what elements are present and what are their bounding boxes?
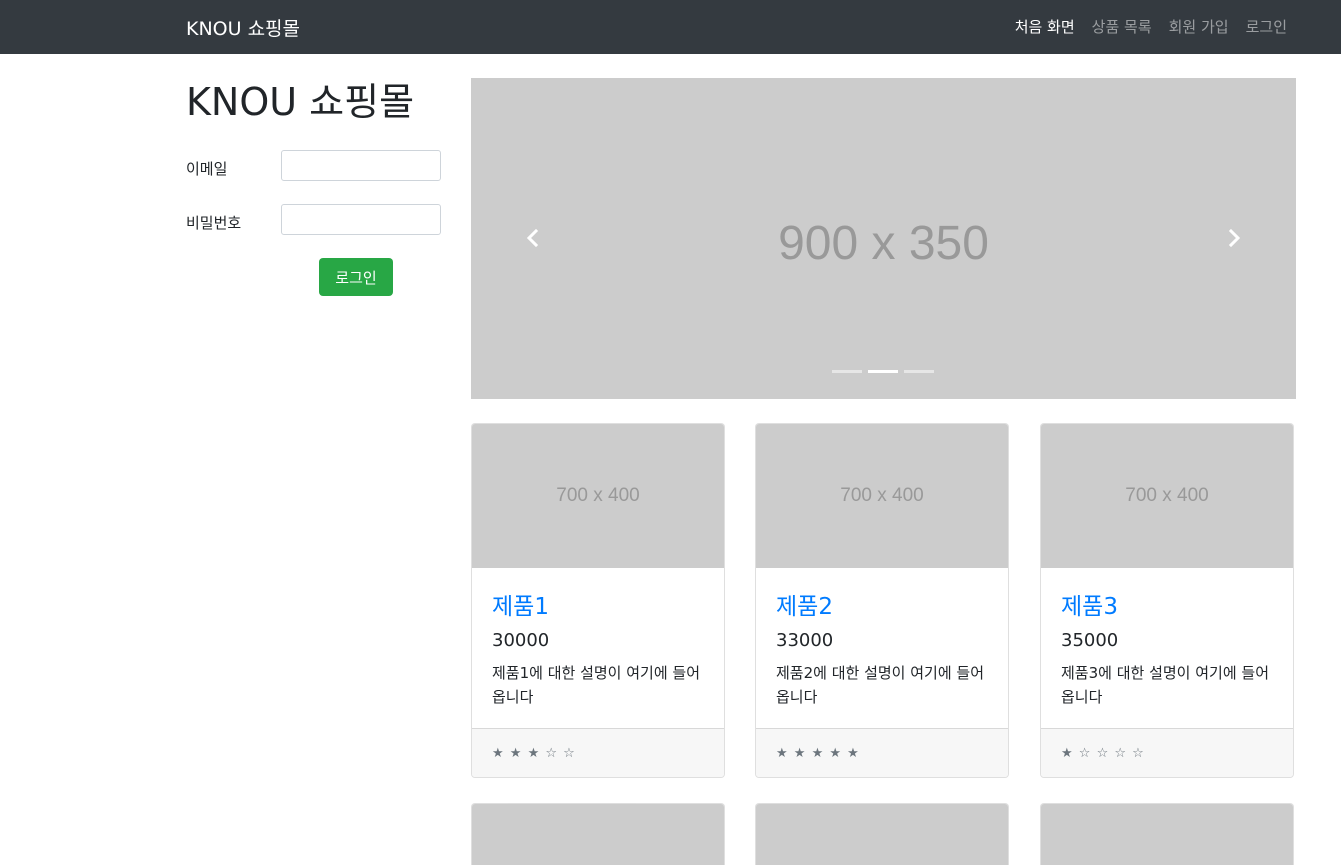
carousel-indicator-3[interactable] — [904, 370, 934, 373]
carousel-indicator-2[interactable] — [868, 370, 898, 373]
star-rating: ★ ★ ★ ☆ ☆ — [492, 746, 576, 761]
navbar-links: 처음 화면 상품 목록 회원 가입 로그인 — [1015, 16, 1287, 37]
carousel-indicators — [832, 370, 934, 373]
carousel-next-button[interactable] — [1214, 218, 1254, 258]
product-image[interactable] — [472, 804, 724, 865]
product-price: 33000 — [776, 630, 834, 651]
sidebar: KNOU 쇼핑몰 이메일 비밀번호 로그인 — [186, 78, 446, 296]
navbar-brand[interactable]: KNOU 쇼핑몰 — [186, 14, 300, 41]
nav-link-products[interactable]: 상품 목록 — [1092, 16, 1152, 37]
product-price: 30000 — [492, 630, 550, 651]
chevron-right-icon — [1228, 228, 1241, 248]
email-label: 이메일 — [186, 160, 228, 178]
product-description: 제품1에 대한 설명이 여기에 들어옵니다 — [492, 664, 701, 706]
nav-link-login[interactable]: 로그인 — [1246, 16, 1287, 37]
carousel-indicator-1[interactable] — [832, 370, 862, 373]
product-card — [471, 803, 725, 865]
product-image[interactable]: 700 x 400 — [756, 424, 1008, 568]
top-navbar: KNOU 쇼핑몰 처음 화면 상품 목록 회원 가입 로그인 — [0, 0, 1341, 54]
login-button[interactable]: 로그인 — [319, 258, 393, 296]
star-rating: ★ ☆ ☆ ☆ ☆ — [1061, 746, 1145, 761]
product-image[interactable]: 700 x 400 — [472, 424, 724, 568]
nav-link-home[interactable]: 처음 화면 — [1015, 16, 1075, 37]
card-footer: ★ ☆ ☆ ☆ ☆ — [1041, 728, 1293, 777]
carousel-placeholder-label: 900 x 350 — [778, 217, 989, 270]
product-card — [1040, 803, 1294, 865]
email-field[interactable] — [281, 150, 441, 181]
card-footer: ★ ★ ★ ☆ ☆ — [472, 728, 724, 777]
password-label: 비밀번호 — [186, 214, 242, 232]
product-title-link[interactable]: 제품3 — [1061, 587, 1118, 621]
star-rating: ★ ★ ★ ★ ★ — [776, 746, 860, 761]
product-description: 제품3에 대한 설명이 여기에 들어옵니다 — [1061, 664, 1270, 706]
product-card: 700 x 400 제품3 35000 제품3에 대한 설명이 여기에 들어옵니… — [1040, 423, 1294, 778]
product-title-link[interactable]: 제품1 — [492, 587, 549, 621]
product-description: 제품2에 대한 설명이 여기에 들어옵니다 — [776, 664, 985, 706]
password-field[interactable] — [281, 204, 441, 235]
product-image[interactable]: 700 x 400 — [1041, 424, 1293, 568]
product-card: 700 x 400 제품1 30000 제품1에 대한 설명이 여기에 들어옵니… — [471, 423, 725, 778]
product-title-link[interactable]: 제품2 — [776, 587, 833, 621]
product-card — [755, 803, 1009, 865]
nav-link-signup[interactable]: 회원 가입 — [1169, 16, 1229, 37]
carousel-prev-button[interactable] — [513, 218, 553, 258]
card-footer: ★ ★ ★ ★ ★ — [756, 728, 1008, 777]
email-row: 이메일 — [186, 150, 446, 182]
page-title: KNOU 쇼핑몰 — [186, 80, 415, 124]
product-price: 35000 — [1061, 630, 1119, 651]
product-card: 700 x 400 제품2 33000 제품2에 대한 설명이 여기에 들어옵니… — [755, 423, 1009, 778]
product-image[interactable] — [1041, 804, 1293, 865]
password-row: 비밀번호 — [186, 204, 446, 236]
product-image[interactable] — [756, 804, 1008, 865]
carousel: 900 x 350 — [471, 78, 1296, 399]
chevron-left-icon — [526, 228, 539, 248]
